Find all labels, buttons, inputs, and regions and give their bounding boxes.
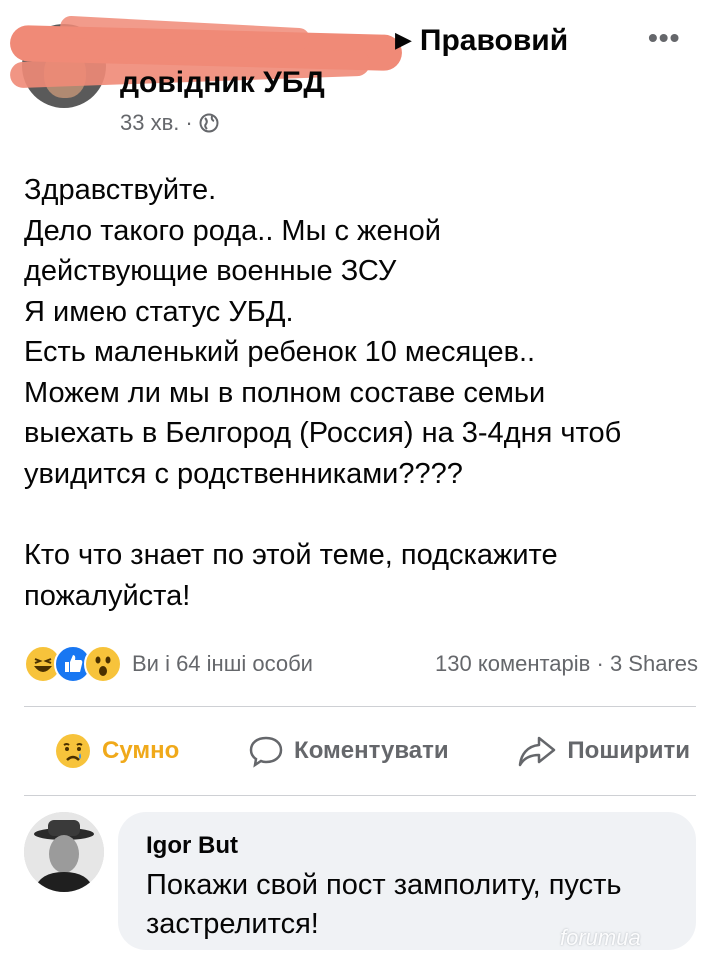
post-line: Есть маленький ребенок 10 месяцев.. — [24, 336, 536, 368]
post-meta: 33 хв. · — [120, 110, 219, 136]
stats-separator: · — [596, 651, 604, 676]
post-line: Кто что знает по этой теме, подскажите — [24, 539, 558, 571]
reactions-label[interactable]: Ви і 64 інші особи — [132, 651, 313, 677]
post-header: ▶ Правовий довідник УБД ••• 33 хв. · — [0, 0, 720, 150]
action-bar: Сумно Коментувати Поширити — [24, 715, 696, 787]
comments-count[interactable]: 130 коментарів — [435, 651, 590, 676]
shares-count[interactable]: 3 Shares — [610, 651, 698, 676]
reactions-summary: Ви і 64 інші особи 130 коментарів · 3 Sh… — [24, 644, 698, 684]
group-name-part1[interactable]: Правовий — [420, 24, 568, 57]
watermark: forumua — [560, 925, 641, 950]
meta-separator: · — [185, 110, 193, 135]
commenter-avatar[interactable] — [24, 812, 104, 892]
post-stats: 130 коментарів · 3 Shares — [435, 651, 698, 677]
more-icon[interactable]: ••• — [648, 22, 680, 54]
sad-icon — [56, 734, 90, 768]
comment-author[interactable]: Igor But — [146, 832, 238, 860]
react-button[interactable]: Сумно — [54, 732, 179, 770]
group-name[interactable]: ▶ Правовий — [395, 24, 568, 58]
reaction-icons[interactable] — [24, 645, 122, 683]
divider — [24, 706, 696, 707]
post-line: Я имею статус УБД. — [24, 295, 294, 328]
post-line: действующие военные ЗСУ — [24, 255, 397, 287]
post-body: Здравствуйте. Дело такого рода.. Мы с же… — [24, 170, 704, 616]
group-name-part2[interactable]: довідник УБД — [120, 66, 325, 100]
arrow-right-icon: ▶ — [395, 27, 412, 52]
share-label: Поширити — [567, 737, 690, 764]
post-line: Можем ли мы в полном составе семьи — [24, 376, 546, 409]
post-line: увидится с родственниками???? — [24, 457, 463, 490]
post-line: Здравствуйте. — [24, 174, 217, 206]
comment-button[interactable]: Коментувати — [248, 733, 449, 769]
comment-icon — [249, 736, 283, 768]
post-time[interactable]: 33 хв. — [120, 110, 179, 136]
divider — [24, 795, 696, 796]
globe-icon — [199, 113, 219, 133]
react-label: Сумно — [102, 737, 180, 764]
wow-icon — [84, 645, 122, 683]
share-button[interactable]: Поширити — [517, 733, 690, 769]
post-line: пожалуйста! — [24, 579, 191, 612]
post-line: Дело такого рода.. Мы с женой — [24, 214, 441, 247]
comment-label: Коментувати — [294, 737, 449, 764]
share-icon — [519, 736, 556, 767]
post-line: выехать в Белгород (Россия) на 3-4дня чт… — [24, 417, 622, 449]
